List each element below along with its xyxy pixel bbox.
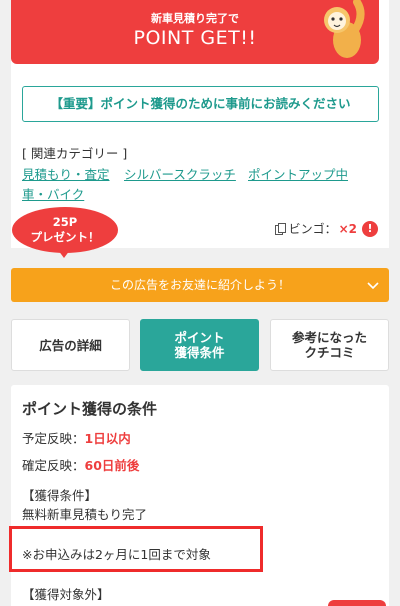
- chevron-down-icon: [367, 282, 379, 290]
- category-link-point-up[interactable]: ポイントアップ中: [248, 164, 348, 183]
- alert-icon: !: [362, 220, 378, 237]
- tab-label: ポイント 獲得条件: [174, 330, 225, 360]
- scheduled-value: 1日以内: [84, 431, 131, 446]
- conditions-title: ポイント獲得の条件: [22, 400, 158, 418]
- confirmed-value: 60日前後: [84, 458, 140, 473]
- excluded-heading: 【獲得対象外】: [22, 587, 110, 602]
- mascot-icon: [324, 0, 365, 58]
- scheduled-reflection-row: 予定反映：1日以内: [22, 428, 131, 447]
- scheduled-label: 予定反映：: [22, 431, 85, 446]
- present-points: 25P: [52, 215, 78, 229]
- present-badge-tail: [58, 250, 70, 258]
- share-label: この広告をお友達に紹介しよう！: [109, 278, 290, 292]
- important-notice-button[interactable]: 【重要】ポイント獲得のために事前にお読みください: [22, 86, 379, 122]
- share-with-friends-button[interactable]: この広告をお友達に紹介しよう！: [11, 268, 389, 302]
- tab-label: 参考になった クチコミ: [291, 330, 367, 360]
- related-categories-title: [ 関連カテゴリー ]: [22, 146, 128, 161]
- tab-ad-details[interactable]: 広告の詳細: [11, 319, 130, 371]
- bingo-label: ビンゴ：: [288, 222, 337, 236]
- confirmed-label: 確定反映：: [22, 458, 85, 473]
- category-link-car-bike[interactable]: 車・バイク: [22, 184, 84, 203]
- highlight-annotation-box: [9, 526, 263, 572]
- bingo-multiplier: ×2: [338, 221, 357, 236]
- tab-helpful-reviews[interactable]: 参考になった クチコミ: [270, 319, 389, 371]
- acquire-conditions-heading: 【獲得条件】: [22, 488, 98, 503]
- acquire-conditions-text: 無料新車見積もり完了: [22, 507, 148, 522]
- category-link-silver-scratch[interactable]: シルバースクラッチ: [124, 164, 236, 183]
- confirmed-reflection-row: 確定反映：60日前後: [22, 455, 139, 474]
- floating-red-tab[interactable]: [328, 600, 386, 606]
- bingo-card-icon: [274, 222, 286, 235]
- category-link-estimate[interactable]: 見積もり・査定: [22, 164, 110, 183]
- present-label: プレゼント！: [30, 230, 100, 244]
- tab-point-conditions[interactable]: ポイント 獲得条件: [140, 319, 259, 371]
- present-badge: 25P プレゼント！: [12, 207, 118, 253]
- bingo-indicator[interactable]: ビンゴ： ×2 !: [274, 220, 378, 237]
- tab-label: 広告の詳細: [39, 337, 102, 353]
- point-get-banner: 新車見積り完了で POINT GET!!: [11, 0, 379, 64]
